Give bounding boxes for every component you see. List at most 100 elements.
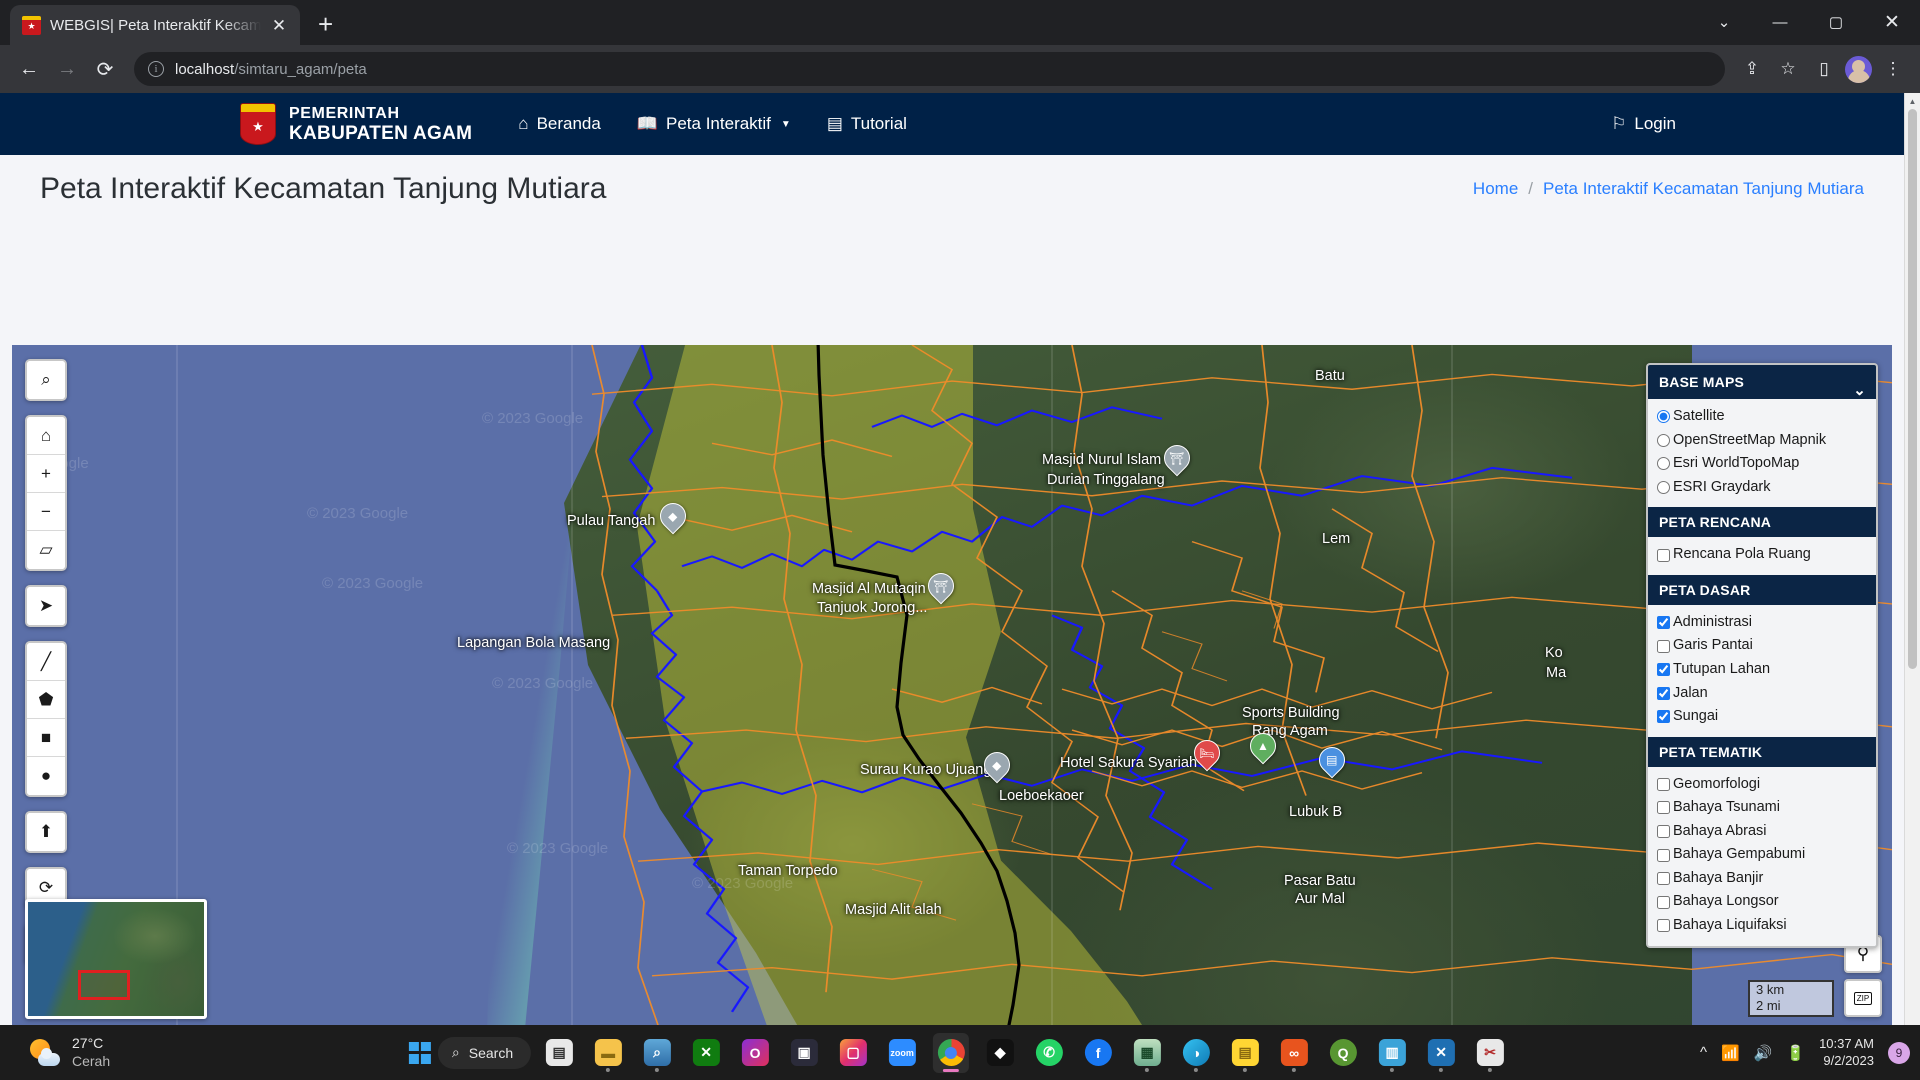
address-bar[interactable]: i localhost/simtaru_agam/peta: [134, 52, 1725, 86]
tab-search-icon[interactable]: ⌄: [1696, 3, 1752, 41]
export-zip-button[interactable]: ZIP: [1844, 979, 1882, 1017]
xbox-app[interactable]: ✕: [688, 1033, 724, 1073]
profile-avatar[interactable]: [1845, 55, 1872, 83]
home-extent-tool[interactable]: ⌂: [27, 417, 65, 455]
reference-manager-app[interactable]: ∞: [1276, 1033, 1312, 1073]
share-icon[interactable]: ⇪: [1737, 54, 1767, 84]
layer-checkbox[interactable]: [1657, 639, 1670, 653]
basemap-option-esri-worldtopomap[interactable]: Esri WorldTopoMap: [1657, 452, 1867, 476]
taskbar-clock[interactable]: 10:37 AM 9/2/2023: [1819, 1036, 1874, 1070]
basemap-option-openstreetmap-mapnik[interactable]: OpenStreetMap Mapnik: [1657, 429, 1867, 453]
opera-gx-app[interactable]: O: [737, 1033, 773, 1073]
layer-toggle-bahaya-banjir[interactable]: Bahaya Banjir: [1657, 867, 1867, 891]
layer-checkbox[interactable]: [1657, 686, 1670, 700]
layer-checkbox[interactable]: [1657, 663, 1670, 677]
layer-checkbox[interactable]: [1657, 848, 1670, 862]
poi-marker[interactable]: ⛩: [922, 567, 960, 606]
layer-checkbox[interactable]: [1657, 548, 1670, 562]
interactive-map[interactable]: © 2023 Google oogle © 2023 Google © 2023…: [12, 345, 1892, 1025]
layer-toggle-administrasi[interactable]: Administrasi: [1657, 611, 1867, 635]
water-drop-app[interactable]: ◆: [982, 1033, 1018, 1073]
star-icon[interactable]: ☆: [1773, 54, 1803, 84]
poi-marker[interactable]: ◆: [654, 497, 692, 536]
nav-item-peta-interaktif[interactable]: 📖 Peta Interaktif ▼: [619, 106, 809, 142]
search-tool[interactable]: ⌕: [27, 361, 65, 399]
speaker-icon[interactable]: 🔊: [1754, 1044, 1773, 1062]
site-brand[interactable]: ★ PEMERINTAH KABUPATEN AGAM: [240, 103, 472, 145]
back-button[interactable]: ←: [12, 52, 46, 86]
taskbar-weather-widget[interactable]: 27°C Cerah: [30, 1035, 110, 1070]
layer-toggle-jalan[interactable]: Jalan: [1657, 682, 1867, 706]
maximize-window-button[interactable]: ▢: [1808, 3, 1864, 41]
basemap-radio[interactable]: [1657, 410, 1670, 424]
spreadsheet-app[interactable]: ▥: [1374, 1033, 1410, 1073]
layer-checkbox[interactable]: [1657, 919, 1670, 933]
zoom-out-tool[interactable]: −: [27, 493, 65, 531]
chrome-menu-icon[interactable]: ⋮: [1878, 54, 1908, 84]
side-panel-icon[interactable]: ▯: [1809, 54, 1839, 84]
draw-line-tool[interactable]: ╱: [27, 643, 65, 681]
poi-marker[interactable]: ▲: [1244, 727, 1282, 766]
visual-studio-code-app[interactable]: ✕: [1423, 1033, 1459, 1073]
scrollbar-thumb[interactable]: [1908, 109, 1917, 669]
nav-item-beranda[interactable]: ⌂ Beranda: [500, 106, 619, 142]
layer-checkbox[interactable]: [1657, 895, 1670, 909]
zoom-app[interactable]: zoom: [884, 1033, 920, 1073]
basemap-radio[interactable]: [1657, 457, 1670, 471]
nav-item-tutorial[interactable]: ▤ Tutorial: [809, 106, 925, 142]
close-tab-icon[interactable]: ✕: [270, 17, 288, 34]
locate-me-tool[interactable]: ➤: [27, 587, 65, 625]
login-link[interactable]: ⚐ Login: [1593, 106, 1694, 142]
layer-checkbox[interactable]: [1657, 710, 1670, 724]
basemap-option-esri-graydark[interactable]: ESRI Graydark: [1657, 476, 1867, 500]
draw-circle-tool[interactable]: ●: [27, 757, 65, 795]
globe-search-app[interactable]: ⌕: [639, 1033, 675, 1073]
forward-button[interactable]: →: [50, 52, 84, 86]
poi-marker[interactable]: ▤: [1313, 741, 1351, 780]
draw-rectangle-tool[interactable]: ■: [27, 719, 65, 757]
layer-toggle-geomorfologi[interactable]: Geomorfologi: [1657, 773, 1867, 797]
instagram-app[interactable]: ▢: [835, 1033, 871, 1073]
zoom-in-tool[interactable]: +: [27, 455, 65, 493]
map-app[interactable]: ▦: [1129, 1033, 1165, 1073]
snipping-tool-app[interactable]: ✂: [1472, 1033, 1508, 1073]
layer-toggle-bahaya-tsunami[interactable]: Bahaya Tsunami: [1657, 796, 1867, 820]
layer-toggle-bahaya-abrasi[interactable]: Bahaya Abrasi: [1657, 820, 1867, 844]
windows-start-button[interactable]: [408, 1041, 431, 1064]
breadcrumb-current[interactable]: Peta Interaktif Kecamatan Tanjung Mutiar…: [1543, 179, 1864, 199]
minimap-extent-box[interactable]: [78, 970, 130, 1000]
layer-toggle-tutupan-lahan[interactable]: Tutupan Lahan: [1657, 658, 1867, 682]
scroll-up-arrow[interactable]: ▲: [1905, 93, 1920, 109]
whatsapp-app[interactable]: ✆: [1031, 1033, 1067, 1073]
layer-control-panel[interactable]: BASE MAPS ⌄ Satellite OpenStreetMap Mapn…: [1646, 363, 1878, 948]
layer-checkbox[interactable]: [1657, 801, 1670, 815]
zoom-to-box-tool[interactable]: ▱: [27, 531, 65, 569]
upload-layer-tool[interactable]: ⬆: [27, 813, 65, 851]
basemap-radio[interactable]: [1657, 480, 1670, 494]
layer-checkbox[interactable]: [1657, 616, 1670, 630]
layer-checkbox[interactable]: [1657, 777, 1670, 791]
minimize-window-button[interactable]: —: [1752, 3, 1808, 41]
qgis-app[interactable]: Q: [1325, 1033, 1361, 1073]
messenger-dev-app[interactable]: ▣: [786, 1033, 822, 1073]
layer-checkbox[interactable]: [1657, 872, 1670, 886]
layer-toggle-bahaya-longsor[interactable]: Bahaya Longsor: [1657, 890, 1867, 914]
basemap-radio[interactable]: [1657, 433, 1670, 447]
wifi-icon[interactable]: 📶: [1721, 1044, 1740, 1062]
layer-toggle-bahaya-liquifaksi[interactable]: Bahaya Liquifaksi: [1657, 914, 1867, 938]
info-circle-icon[interactable]: i: [148, 61, 164, 77]
draw-polygon-tool[interactable]: ⬟: [27, 681, 65, 719]
chevron-up-icon[interactable]: ^: [1700, 1044, 1707, 1061]
layer-toggle-rencana-pola-ruang[interactable]: Rencana Pola Ruang: [1657, 543, 1867, 567]
chevron-down-icon[interactable]: ⌄: [1853, 381, 1866, 399]
layer-checkbox[interactable]: [1657, 825, 1670, 839]
notification-badge[interactable]: 9: [1888, 1041, 1910, 1064]
microsoft-edge-app[interactable]: ◑: [1178, 1033, 1214, 1073]
folder-app[interactable]: ▬: [590, 1033, 626, 1073]
map-canvas[interactable]: © 2023 Google oogle © 2023 Google © 2023…: [12, 345, 1892, 1025]
poi-marker[interactable]: 🛏: [1188, 734, 1226, 773]
facebook-app[interactable]: f: [1080, 1033, 1116, 1073]
close-window-button[interactable]: ✕: [1864, 3, 1920, 41]
breadcrumb-home-link[interactable]: Home: [1473, 179, 1518, 199]
page-scrollbar[interactable]: ▲: [1904, 93, 1920, 1025]
